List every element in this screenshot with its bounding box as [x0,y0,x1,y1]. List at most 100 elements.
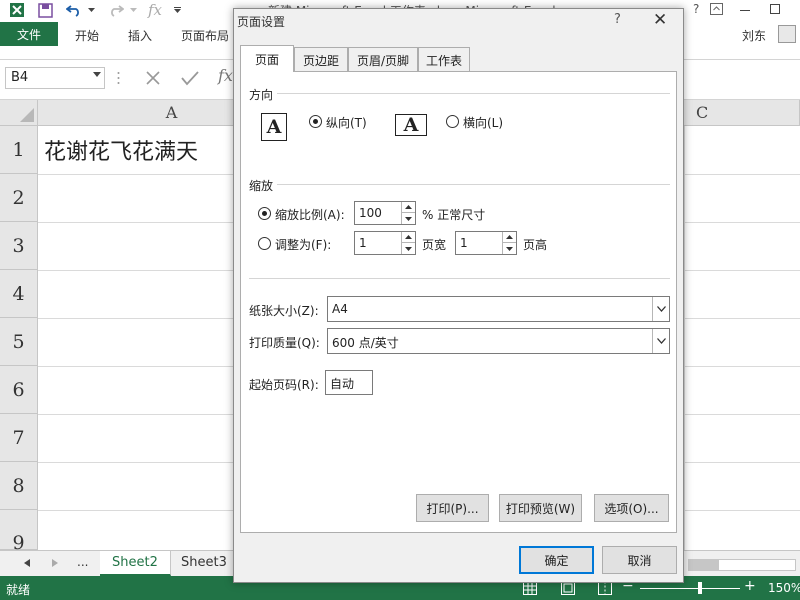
row-header-7[interactable]: 7 [0,414,38,462]
landscape-radio[interactable] [446,115,459,128]
sheet-scroll-right-icon[interactable] [52,559,58,567]
formula-bar-grip-icon [117,71,120,85]
row-header-1[interactable]: 1 [0,126,38,174]
paper-size-select[interactable]: A4 [327,296,670,322]
row-header-3[interactable]: 3 [0,222,38,270]
undo-dropdown-icon[interactable] [86,0,96,20]
section-divider [277,93,670,94]
section-divider [249,278,670,279]
row-header-8[interactable]: 8 [0,462,38,510]
adjust-scale-radio[interactable] [258,207,271,220]
fit-to-radio[interactable] [258,237,271,250]
row-header-4[interactable]: 4 [0,270,38,318]
first-page-number-field[interactable]: 自动 [325,370,373,395]
ribbon-tab-insert[interactable]: 插入 [128,27,152,44]
paper-size-value: A4 [332,302,348,316]
chevron-down-icon[interactable] [652,329,669,353]
page-tab-panel: 方向 A 纵向(T) A 横向(L) 缩放 缩放比例(A): 100 % 正常尺… [240,71,677,533]
enter-check-icon[interactable] [181,70,199,86]
avatar[interactable] [778,25,796,43]
portrait-label[interactable]: 纵向(T) [326,114,367,131]
cancel-button[interactable]: 取消 [602,546,677,574]
adjust-scale-label[interactable]: 缩放比例(A): [275,206,345,223]
redo-dropdown-icon[interactable] [128,0,138,20]
sheet-scroll-left-icon[interactable] [24,559,30,567]
ok-button[interactable]: 确定 [519,546,594,574]
portrait-page-icon: A [261,113,287,141]
orientation-section-label: 方向 [249,88,274,102]
fit-pages-tall-value: 1 [460,236,468,250]
redo-icon[interactable] [106,0,126,20]
undo-icon[interactable] [64,0,84,20]
print-quality-select[interactable]: 600 点/英寸 [327,328,670,354]
paper-size-label: 纸张大小(Z): [249,304,319,318]
row-header-9[interactable]: 9 [0,510,38,554]
sheet-tab-sheet2[interactable]: Sheet2 [100,551,171,576]
tab-header-footer[interactable]: 页眉/页脚 [348,47,418,72]
user-name[interactable]: 刘东 [742,27,766,44]
fit-pages-tall-stepper[interactable]: 1 [455,231,517,255]
name-box-dropdown-icon[interactable] [93,72,101,77]
ribbon-tab-home[interactable]: 开始 [75,27,99,44]
spin-up-icon[interactable] [402,232,415,243]
qat-customize-icon[interactable] [172,0,182,20]
options-button[interactable]: 选项(O)... [594,494,669,522]
insert-function-icon[interactable]: fx [146,0,164,20]
sheet-more-button[interactable]: ... [77,555,88,569]
landscape-page-icon: A [395,114,427,136]
sheet-tab-sheet3[interactable]: Sheet3 [169,551,240,576]
spin-down-icon[interactable] [503,243,516,254]
scale-percent-suffix: % 正常尺寸 [422,208,486,222]
spin-up-icon[interactable] [402,202,415,213]
fit-pages-tall-suffix: 页高 [523,238,548,252]
ribbon-display-icon[interactable] [710,3,723,15]
fit-pages-wide-value: 1 [359,236,367,250]
horizontal-scrollbar[interactable] [688,559,796,571]
print-button[interactable]: 打印(P)... [416,494,489,522]
row-header-2[interactable]: 2 [0,174,38,222]
insert-function-icon[interactable]: fx [218,66,233,85]
print-quality-value: 600 点/英寸 [332,336,399,350]
cell-a1-text[interactable]: 花谢花飞花满天 [44,134,198,166]
spin-down-icon[interactable] [402,243,415,254]
select-all-corner[interactable] [0,100,38,126]
excel-logo-icon [8,0,26,20]
section-divider [277,184,670,185]
print-preview-button[interactable]: 打印预览(W) [499,494,582,522]
fit-pages-wide-stepper[interactable]: 1 [354,231,416,255]
dialog-help-button[interactable]: ? [614,12,621,27]
tab-page[interactable]: 页面 [240,45,294,72]
cancel-icon[interactable] [145,70,161,86]
chevron-down-icon[interactable] [652,297,669,321]
fit-pages-wide-suffix: 页宽 [422,238,447,252]
zoom-in-button[interactable]: + [744,578,756,594]
page-setup-dialog: 页面设置 ? ✕ 页面 页边距 页眉/页脚 工作表 方向 A 纵向(T) A 横… [233,8,684,583]
ribbon-tab-file[interactable]: 文件 [0,22,58,46]
scale-percent-stepper[interactable]: 100 [354,201,416,225]
spin-up-icon[interactable] [503,232,516,243]
ribbon-tab-page-layout[interactable]: 页面布局 [181,27,229,44]
zoom-slider-thumb[interactable] [698,582,702,594]
row-header-5[interactable]: 5 [0,318,38,366]
spin-down-icon[interactable] [402,213,415,224]
tab-margins[interactable]: 页边距 [294,47,348,72]
zoom-level[interactable]: 150% [768,581,800,595]
minimize-icon[interactable] [740,10,750,12]
help-button[interactable]: ? [693,2,699,16]
fit-to-label[interactable]: 调整为(F): [275,236,331,253]
save-icon[interactable] [36,0,54,20]
landscape-label[interactable]: 横向(L) [463,114,503,131]
scaling-section-label: 缩放 [249,179,274,193]
row-header-6[interactable]: 6 [0,366,38,414]
scale-percent-value: 100 [359,206,382,220]
name-box[interactable]: B4 [5,67,105,89]
tab-sheet[interactable]: 工作表 [418,47,470,72]
dialog-close-button[interactable]: ✕ [653,10,667,30]
restore-icon[interactable] [770,4,780,14]
portrait-radio[interactable] [309,115,322,128]
horizontal-scrollbar-thumb[interactable] [689,560,719,570]
print-quality-label: 打印质量(Q): [249,336,320,350]
name-box-value: B4 [11,70,29,85]
zoom-slider[interactable] [640,588,740,589]
column-header-c[interactable]: C [684,100,800,126]
